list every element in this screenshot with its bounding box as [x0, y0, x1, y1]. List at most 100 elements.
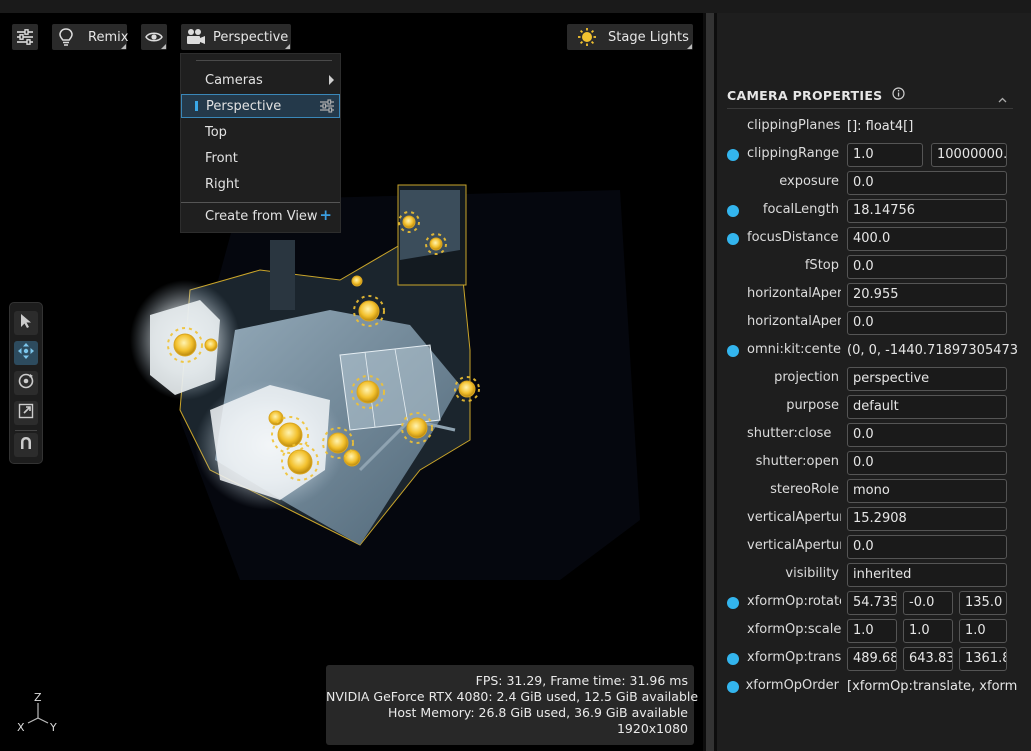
property-row: verticalApertureOffset 0.0 — [717, 533, 1031, 561]
menu-item-top[interactable]: Top — [181, 120, 340, 144]
authored-indicator-icon[interactable] — [727, 681, 739, 693]
transform-toolbar — [9, 302, 43, 464]
property-row: horizontalAperture 20.955 — [717, 281, 1031, 309]
snap-tool-button[interactable] — [14, 433, 38, 457]
menu-item-label: Create from View — [205, 208, 318, 224]
property-label: clippingPlanes — [747, 118, 841, 133]
host-memory-text: Host Memory: 26.8 GiB used, 36.9 GiB ava… — [388, 705, 688, 720]
stage-lights-label: Stage Lights — [608, 29, 689, 45]
property-row: focusDistance 400.0 — [717, 225, 1031, 253]
property-value-field[interactable]: 1.0 — [959, 619, 1007, 643]
menu-item-label: Perspective — [206, 98, 282, 114]
fps-text: FPS: 31.29, Frame time: 31.96 ms — [475, 673, 688, 688]
menu-item-cameras[interactable]: Cameras — [181, 68, 340, 92]
property-label: verticalAperture — [747, 510, 841, 525]
stats-overlay: FPS: 31.29, Frame time: 31.96 ms NVIDIA … — [326, 665, 698, 745]
menu-separator — [181, 202, 340, 203]
scene-render[interactable] — [0, 13, 703, 751]
menu-item-label: Cameras — [205, 72, 263, 88]
menu-item-create-from-view[interactable]: Create from View + — [181, 204, 340, 228]
property-label: projection — [774, 370, 839, 385]
property-value-field[interactable]: 1.0 — [847, 143, 923, 167]
panel-title: CAMERA PROPERTIES — [727, 88, 883, 103]
property-value-field[interactable]: 643.83 — [903, 647, 953, 671]
property-value-field[interactable]: perspective — [847, 367, 1007, 391]
scale-tool-button[interactable] — [14, 401, 38, 425]
authored-indicator-icon[interactable] — [727, 653, 739, 665]
property-label: xformOp:scale — [747, 622, 841, 637]
authored-indicator-icon[interactable] — [727, 345, 739, 357]
property-value-field[interactable]: inherited — [847, 563, 1007, 587]
rotate-tool-button[interactable] — [14, 371, 38, 395]
menu-item-label: Right — [205, 176, 240, 192]
remix-button[interactable]: Remix — [52, 24, 128, 50]
resolution-text: 1920x1080 — [616, 721, 688, 736]
selected-indicator-icon — [195, 101, 198, 111]
property-value-field[interactable]: 489.68 — [847, 647, 897, 671]
property-value-field[interactable]: default — [847, 395, 1007, 419]
camera-properties-header[interactable]: CAMERA PROPERTIES — [727, 83, 1013, 109]
dropdown-corner-icon — [121, 44, 126, 49]
menu-item-perspective[interactable]: Perspective — [181, 94, 340, 118]
property-value-field[interactable]: 0.0 — [847, 255, 1007, 279]
axis-y-label: Y — [49, 721, 57, 734]
info-icon[interactable] — [892, 87, 906, 104]
property-value-field[interactable]: 1.0 — [903, 619, 953, 643]
property-value-field[interactable]: 10000000.0 — [931, 143, 1007, 167]
property-value-field[interactable]: 20.955 — [847, 283, 1007, 307]
property-value-field[interactable]: 0.0 — [847, 451, 1007, 475]
lightbulb-icon — [58, 28, 74, 46]
property-label: shutter:open — [755, 454, 839, 469]
property-label: verticalApertureOffset — [747, 538, 841, 553]
menu-separator — [196, 60, 332, 61]
axis-gizmo: Z X Y — [17, 691, 57, 734]
property-value-field[interactable]: mono — [847, 479, 1007, 503]
menu-item-front[interactable]: Front — [181, 146, 340, 170]
viewport-settings-button[interactable] — [12, 24, 38, 50]
property-value-field[interactable]: 1.0 — [847, 619, 897, 643]
options-sliders-icon[interactable] — [319, 99, 335, 117]
property-value-field[interactable]: 135.0 — [959, 591, 1007, 615]
property-value-field[interactable]: 0.0 — [847, 535, 1007, 559]
property-row: fStop 0.0 — [717, 253, 1031, 281]
property-row: shutter:open 0.0 — [717, 449, 1031, 477]
submenu-arrow-icon — [329, 75, 334, 85]
property-value-field[interactable]: 0.0 — [847, 311, 1007, 335]
menu-item-right[interactable]: Right — [181, 172, 340, 196]
authored-indicator-icon[interactable] — [727, 597, 739, 609]
property-value-field[interactable]: 400.0 — [847, 227, 1007, 251]
property-row: stereoRole mono — [717, 477, 1031, 505]
property-value-text: (0, 0, -1440.71897305473 — [847, 343, 1019, 358]
property-label: focusDistance — [747, 230, 839, 245]
visibility-button[interactable] — [141, 24, 167, 50]
stage-lights-button[interactable]: Stage Lights — [567, 24, 693, 50]
property-label: shutter:close — [747, 426, 832, 441]
authored-indicator-icon[interactable] — [727, 149, 739, 161]
property-value-field[interactable]: 18.14756 — [847, 199, 1007, 223]
viewport[interactable]: Remix Perspective Stage Lights Cameras P… — [0, 13, 703, 751]
property-label: xformOpOrder — [745, 678, 839, 693]
property-row: purpose default — [717, 393, 1031, 421]
panel-splitter[interactable] — [703, 13, 717, 751]
select-tool-button[interactable] — [14, 311, 38, 335]
property-value-field[interactable]: 1361.8 — [959, 647, 1007, 671]
property-value-field[interactable]: 15.2908 — [847, 507, 1007, 531]
authored-indicator-icon[interactable] — [727, 205, 739, 217]
select-arrow-icon — [19, 313, 33, 333]
property-row: projection perspective — [717, 365, 1031, 393]
property-value-field[interactable]: 54.735 — [847, 591, 897, 615]
camera-button[interactable]: Perspective — [181, 24, 291, 50]
property-value-field[interactable]: 0.0 — [847, 171, 1007, 195]
property-label: exposure — [779, 174, 839, 189]
property-row: omni:kit:centerOfInterest (0, 0, -1440.71… — [717, 337, 1031, 365]
splitter-handle[interactable] — [706, 13, 714, 751]
property-value-field[interactable]: -0.0 — [903, 591, 953, 615]
property-label: fStop — [804, 258, 839, 273]
property-value-field[interactable]: 0.0 — [847, 423, 1007, 447]
authored-indicator-icon[interactable] — [727, 233, 739, 245]
collapse-chevron-icon[interactable] — [998, 92, 1007, 107]
property-row: clippingPlanes []: float4[] — [717, 113, 1031, 141]
move-tool-button[interactable] — [14, 341, 38, 365]
property-row: xformOp:scale 1.0 1.0 1.0 — [717, 617, 1031, 645]
property-label: xformOp:translate — [747, 650, 841, 665]
